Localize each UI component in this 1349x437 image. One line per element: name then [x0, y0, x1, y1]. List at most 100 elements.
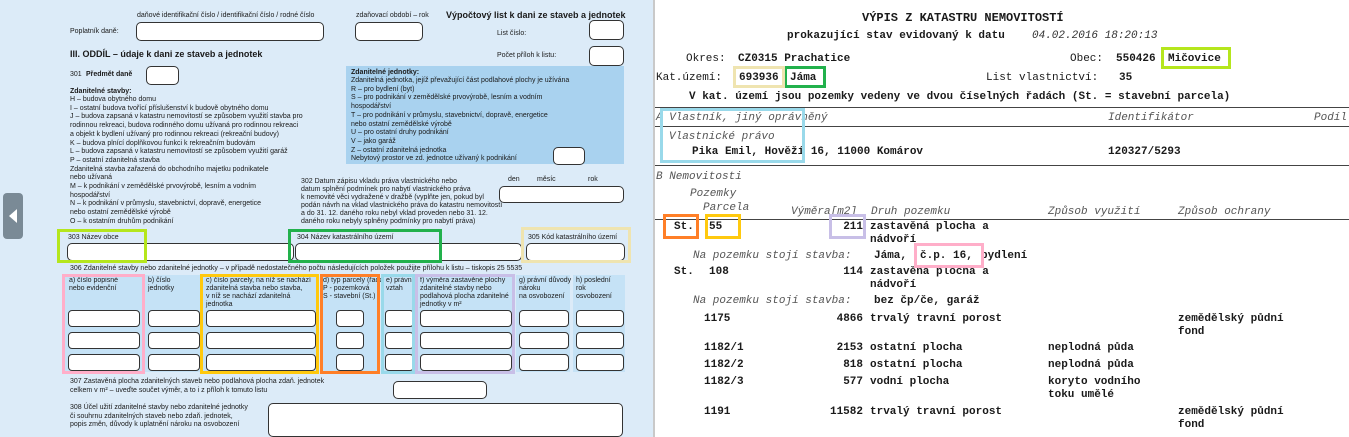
land-type: nádvoří — [870, 234, 917, 246]
row-306-input-field[interactable] — [68, 354, 140, 371]
column-header-line: c) číslo parcely, na níž se nachází — [206, 277, 311, 284]
subject-of-tax-field[interactable] — [146, 66, 179, 85]
legend-line: L – budova zapsaná v katastru nemovitost… — [70, 148, 288, 156]
row-306-input-field[interactable] — [420, 310, 512, 327]
row-306-input-field[interactable] — [420, 332, 512, 349]
row-306-input-field[interactable] — [519, 354, 569, 371]
legend-line: U – pro ostatní druhy podnikání — [351, 129, 449, 137]
legend-line: I – ostatní budova tvořící příslušenství… — [70, 104, 269, 112]
row-306-input-field[interactable] — [148, 354, 200, 371]
row-306-input-field[interactable] — [336, 332, 364, 349]
column-header-line: jednotky v m² — [420, 301, 462, 308]
protection-heading: Způsob ochrany — [1178, 206, 1271, 218]
column-header-line: v níž se nachází zdanitelná — [206, 293, 291, 300]
row-308-line: 308 Účel užití zdanitelné stavby nebo zd… — [70, 404, 248, 411]
parcel-type: St. — [674, 266, 694, 278]
section-heading: III. ODDÍL – údaje k dani ze staveb a je… — [70, 49, 263, 59]
parcel-number: 1182/2 — [704, 359, 744, 371]
cadastral-area-name-field[interactable] — [295, 243, 522, 261]
parcel-heading: Parcela — [703, 202, 750, 214]
row-306-input-field[interactable] — [576, 332, 624, 349]
column-header-line: P - pozemková — [323, 285, 370, 292]
form-title: Výpočtový list k dani ze staveb a jednot… — [446, 10, 626, 20]
total-area-field[interactable] — [393, 381, 487, 399]
municipality-name-field[interactable] — [67, 243, 294, 261]
attachment-count-label: Počet příloh k listu: — [497, 52, 557, 59]
column-header-line: S - stavební (St.) — [323, 293, 376, 300]
tax-period-field[interactable] — [355, 22, 423, 41]
owner-identifier: 120327/5293 — [1108, 146, 1181, 158]
row-306-input-field[interactable] — [206, 354, 316, 371]
building-on-plot-label: Na pozemku stojí stavba: — [693, 295, 852, 307]
ownership-right-label: Vlastnické právo — [669, 131, 775, 143]
column-header-line: h) poslední — [576, 277, 611, 284]
row-306-input-field[interactable] — [68, 332, 140, 349]
column-header-line: zdanitelná stavba nebo stavba, — [206, 285, 303, 292]
section-b-heading: B Nemovitosti — [656, 171, 742, 183]
parcel-number: 1175 — [704, 313, 731, 325]
row-306-input-field[interactable] — [576, 354, 624, 371]
row-306-input-field[interactable] — [519, 332, 569, 349]
row-306-input-field[interactable] — [420, 354, 512, 371]
area-heading: Výměra[m2] — [791, 206, 858, 218]
cadastral-extract-page: VÝPIS Z KATASTRU NEMOVITOSTÍ prokazující… — [655, 0, 1349, 437]
land-type: ostatní plocha — [870, 359, 963, 371]
obec-name: Mičovice — [1168, 53, 1221, 65]
identifier-heading: Identifikátor — [1108, 112, 1194, 124]
row-306-input-field[interactable] — [68, 310, 140, 327]
land-type: nádvoří — [870, 279, 917, 291]
legend-line: nebo ostatní zemědělské výrobě — [70, 209, 171, 217]
row-306-input-field[interactable] — [576, 310, 624, 327]
parcel-number: 108 — [709, 266, 729, 278]
legend-line: M – k podnikání v zemědělské prvovýrobě,… — [70, 183, 256, 190]
column-header-line: nároku — [519, 285, 541, 292]
protection: fond — [1178, 419, 1205, 431]
column-header-line: b) číslo — [148, 277, 171, 284]
row-304-label: 304 Název katastrálního území — [297, 234, 394, 241]
ownership-sheet-value: 35 — [1119, 72, 1133, 84]
building-place: Jáma, — [874, 250, 908, 262]
katuzemi-name: Jáma — [790, 72, 817, 84]
column-header-line: nebo evidenční — [69, 285, 117, 292]
header-period-label: zdaňovací období – rok — [356, 12, 429, 19]
row-306-input-field[interactable] — [148, 310, 200, 327]
legend-line: Z – ostatní zdanitelná jednotka — [351, 146, 447, 154]
row-306-input-field[interactable] — [206, 310, 316, 327]
parcel-number: 1191 — [704, 406, 731, 418]
row-305-label: 305 Kód katastrálního území — [528, 234, 618, 241]
row-306-input-field[interactable] — [336, 310, 364, 327]
chevron-left-icon[interactable] — [3, 193, 23, 239]
row-306-input-field[interactable] — [148, 332, 200, 349]
row-306-input-field[interactable] — [206, 332, 316, 349]
nonresidential-space-field[interactable] — [553, 147, 585, 165]
legend-line: O – k ostatním druhům podnikání — [70, 217, 174, 225]
row-306-input-field[interactable] — [385, 354, 414, 371]
land-type: trvalý travní porost — [870, 313, 1003, 325]
legend-line: nebo užívaná — [70, 174, 113, 182]
divider-line — [655, 107, 1349, 108]
row-306-input-field[interactable] — [519, 310, 569, 327]
row-302-line: 302 Datum zápisu vkladu práva vlastnické… — [301, 178, 458, 185]
legend-line: hospodářství — [351, 103, 392, 111]
cadastral-area-code-field[interactable] — [526, 243, 625, 261]
registration-date-field[interactable] — [499, 186, 624, 203]
owner-name: Pika Emil, Hověží 16, 11000 Komárov — [692, 146, 924, 158]
parcel-area: 2153 — [836, 342, 863, 354]
row-306-input-field[interactable] — [385, 332, 414, 349]
purpose-of-use-field[interactable] — [268, 403, 623, 437]
row-306-input-field[interactable] — [336, 354, 364, 371]
sheet-number-field[interactable] — [589, 20, 624, 40]
units-legend-heading: Zdanitelné jednotky: — [351, 69, 420, 76]
column-header-line: rok — [576, 285, 586, 292]
divider-line — [655, 219, 1349, 220]
building-on-plot-label: Na pozemku stojí stavba: — [693, 250, 852, 262]
parcel-number: 55 — [709, 221, 723, 233]
extract-date: 04.02.2016 18:20:13 — [1032, 30, 1158, 42]
parcel-number: 1182/3 — [704, 376, 744, 388]
parcel-area: 114 — [843, 266, 863, 278]
land-type: ostatní plocha — [870, 342, 963, 354]
taxpayer-id-field[interactable] — [136, 22, 324, 41]
attachment-count-field[interactable] — [589, 46, 624, 66]
row-306-input-field[interactable] — [385, 310, 414, 327]
parcel-area: 4866 — [836, 313, 863, 325]
